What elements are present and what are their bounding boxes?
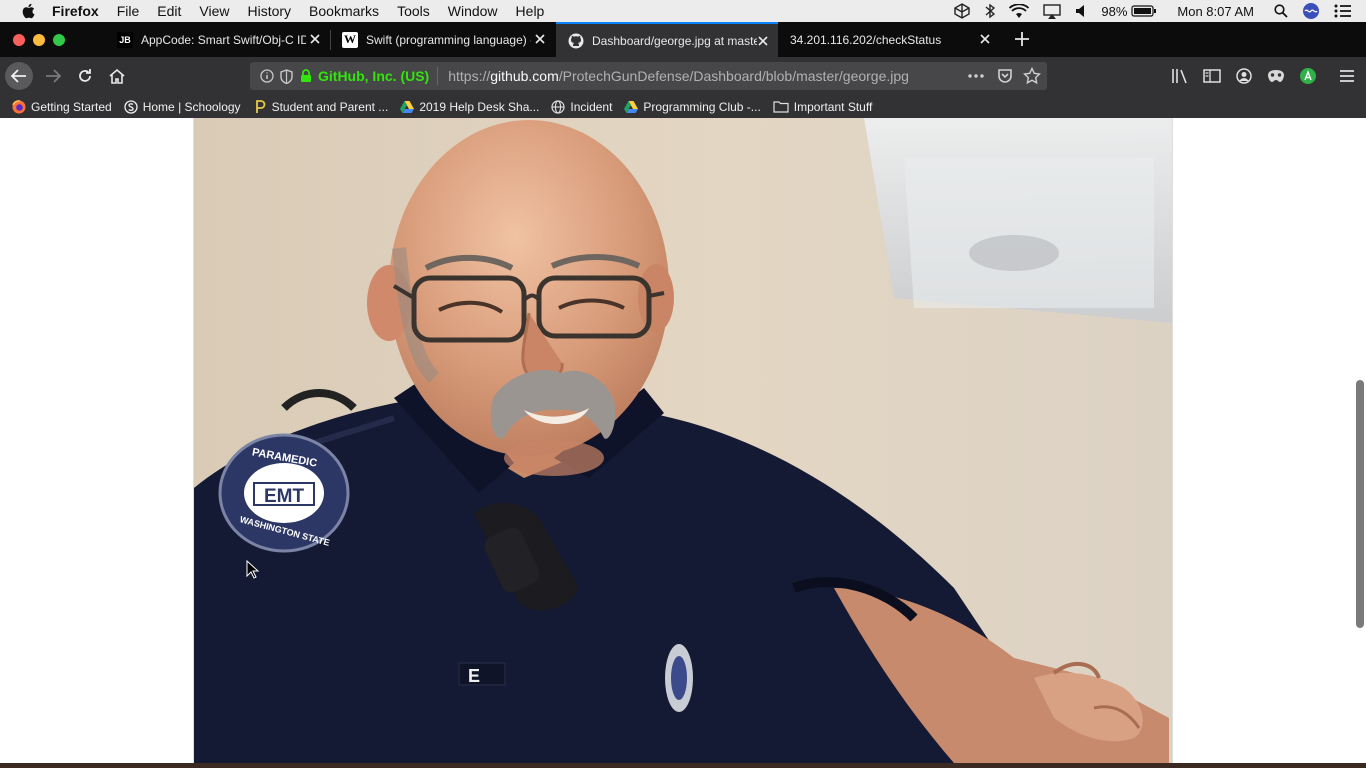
extension-avatar-icon[interactable] <box>1294 62 1322 90</box>
george-photo: EMT PARAMEDIC WASHINGTON STATE E <box>193 118 1173 763</box>
bookmark-label: Incident <box>570 99 613 114</box>
emt-patch: EMT PARAMEDIC WASHINGTON STATE <box>218 433 350 553</box>
sidebar-toggle-icon[interactable] <box>1198 62 1226 90</box>
url-text[interactable]: https://github.com/ProtechGunDefense/Das… <box>448 68 909 84</box>
url-prefix: https:// <box>448 68 491 84</box>
tab-title: Dashboard/george.jpg at maste <box>592 33 757 48</box>
bookmarks-toolbar: Getting Started Home | Schoology Student… <box>0 95 1366 118</box>
tab-title: AppCode: Smart Swift/Obj-C ID <box>141 32 306 47</box>
menu-edit[interactable]: Edit <box>157 0 181 22</box>
page-scrollbar[interactable] <box>1356 380 1364 628</box>
name-tag-text: E <box>468 666 480 686</box>
url-path: /ProtechGunDefense/Dashboard/blob/master… <box>558 68 909 84</box>
bookmark-label: Home | Schoology <box>142 99 241 114</box>
bookmark-help-desk[interactable]: 2019 Help Desk Sha... <box>400 100 539 114</box>
bookmark-label: Student and Parent ... <box>271 99 389 114</box>
bookmark-getting-started[interactable]: Getting Started <box>12 100 112 114</box>
url-bar[interactable]: GitHub, Inc. (US) https://github.com/Pro… <box>250 62 1047 90</box>
menu-help[interactable]: Help <box>516 0 545 22</box>
account-icon[interactable] <box>1230 62 1258 90</box>
bookmark-home-schoology[interactable]: Home | Schoology <box>124 100 241 114</box>
apple-menu-icon[interactable] <box>18 0 38 22</box>
home-button[interactable] <box>103 62 131 90</box>
wikipedia-icon: W <box>342 31 358 48</box>
menu-view[interactable]: View <box>199 0 229 22</box>
folder-icon <box>773 100 789 114</box>
hamburger-menu-icon[interactable] <box>1333 62 1361 90</box>
tab-title: 34.201.116.202/checkStatus <box>790 32 942 47</box>
bookmark-student-parent[interactable]: Student and Parent ... <box>253 99 389 114</box>
bluetooth-icon[interactable] <box>985 3 996 19</box>
window-minimize-button[interactable] <box>33 34 45 46</box>
bookmark-label: 2019 Help Desk Sha... <box>419 99 540 114</box>
menu-app-firefox[interactable]: Firefox <box>52 0 99 22</box>
menubar-clock[interactable]: Mon 8:07 AM <box>1177 4 1254 19</box>
tab-title: Swift (programming language) - <box>366 32 531 47</box>
drive-icon <box>624 100 639 114</box>
close-icon[interactable] <box>756 34 770 48</box>
site-identity[interactable]: GitHub, Inc. (US) <box>318 68 429 84</box>
notification-center-icon[interactable] <box>1334 4 1352 18</box>
secure-lock-icon <box>300 69 312 83</box>
airplay-icon[interactable] <box>1043 3 1062 19</box>
reload-button[interactable] <box>71 62 99 90</box>
bookmark-label: Programming Club -... <box>643 99 761 114</box>
bookmark-label: Getting Started <box>31 99 112 114</box>
macos-menu-bar: Firefox File Edit View History Bookmarks… <box>0 0 1366 22</box>
globe-icon <box>551 99 565 114</box>
battery-percentage[interactable]: 98% <box>1101 4 1127 19</box>
bookmark-star-icon[interactable] <box>1023 67 1041 85</box>
new-tab-button[interactable] <box>1008 25 1036 53</box>
volume-icon[interactable] <box>1075 4 1087 18</box>
menu-tools[interactable]: Tools <box>397 0 430 22</box>
bookmark-label: Important Stuff <box>793 99 873 114</box>
spotlight-icon[interactable] <box>1274 4 1288 18</box>
extension-mask-icon[interactable] <box>1262 62 1290 90</box>
window-zoom-button[interactable] <box>53 34 65 46</box>
siri-icon[interactable] <box>1302 2 1320 20</box>
portal-icon <box>253 99 267 114</box>
site-info-icon[interactable] <box>260 69 274 83</box>
patch-center-text: EMT <box>264 486 305 507</box>
back-button[interactable] <box>5 62 33 90</box>
window-bottom-edge <box>0 763 1366 768</box>
tab-github-george[interactable]: Dashboard/george.jpg at maste <box>556 22 778 57</box>
library-icon[interactable] <box>1166 62 1194 90</box>
schoology-icon <box>124 99 138 114</box>
battery-icon[interactable] <box>1131 5 1157 17</box>
pocket-icon[interactable] <box>997 68 1013 84</box>
drive-icon <box>400 100 415 114</box>
page-actions-icon[interactable] <box>967 68 985 84</box>
wifi-icon[interactable] <box>1009 3 1030 19</box>
menu-history[interactable]: History <box>247 0 291 22</box>
close-icon[interactable] <box>308 32 322 46</box>
firefox-icon <box>12 99 26 114</box>
tab-swift-wikipedia[interactable]: W Swift (programming language) - <box>330 22 555 57</box>
forward-button[interactable] <box>39 62 67 90</box>
tab-check-status[interactable]: 34.201.116.202/checkStatus <box>778 22 1000 57</box>
bookmark-programming-club[interactable]: Programming Club -... <box>624 99 761 114</box>
menu-window[interactable]: Window <box>448 0 498 22</box>
tracking-protection-icon[interactable] <box>280 68 293 84</box>
close-icon[interactable] <box>978 32 992 46</box>
mouse-cursor-icon <box>246 559 260 583</box>
tab-appcode[interactable]: JB AppCode: Smart Swift/Obj-C ID <box>105 22 330 57</box>
jetbrains-icon: JB <box>117 31 133 48</box>
bookmark-incident[interactable]: Incident <box>551 100 612 114</box>
page-content: EMT PARAMEDIC WASHINGTON STATE E <box>0 118 1366 763</box>
dropbox-icon[interactable] <box>953 3 971 19</box>
url-host: github.com <box>490 68 559 84</box>
tab-strip: JB AppCode: Smart Swift/Obj-C ID W Swift… <box>0 22 1366 57</box>
bookmark-folder-important-stuff[interactable]: Important Stuff <box>773 99 873 114</box>
menu-bookmarks[interactable]: Bookmarks <box>309 0 379 22</box>
uniform-badge <box>665 644 693 712</box>
menu-file[interactable]: File <box>117 0 140 22</box>
github-icon <box>568 33 584 49</box>
window-close-button[interactable] <box>13 34 25 46</box>
url-divider <box>437 67 439 85</box>
navigation-toolbar: GitHub, Inc. (US) https://github.com/Pro… <box>0 57 1366 95</box>
close-icon[interactable] <box>533 32 547 46</box>
